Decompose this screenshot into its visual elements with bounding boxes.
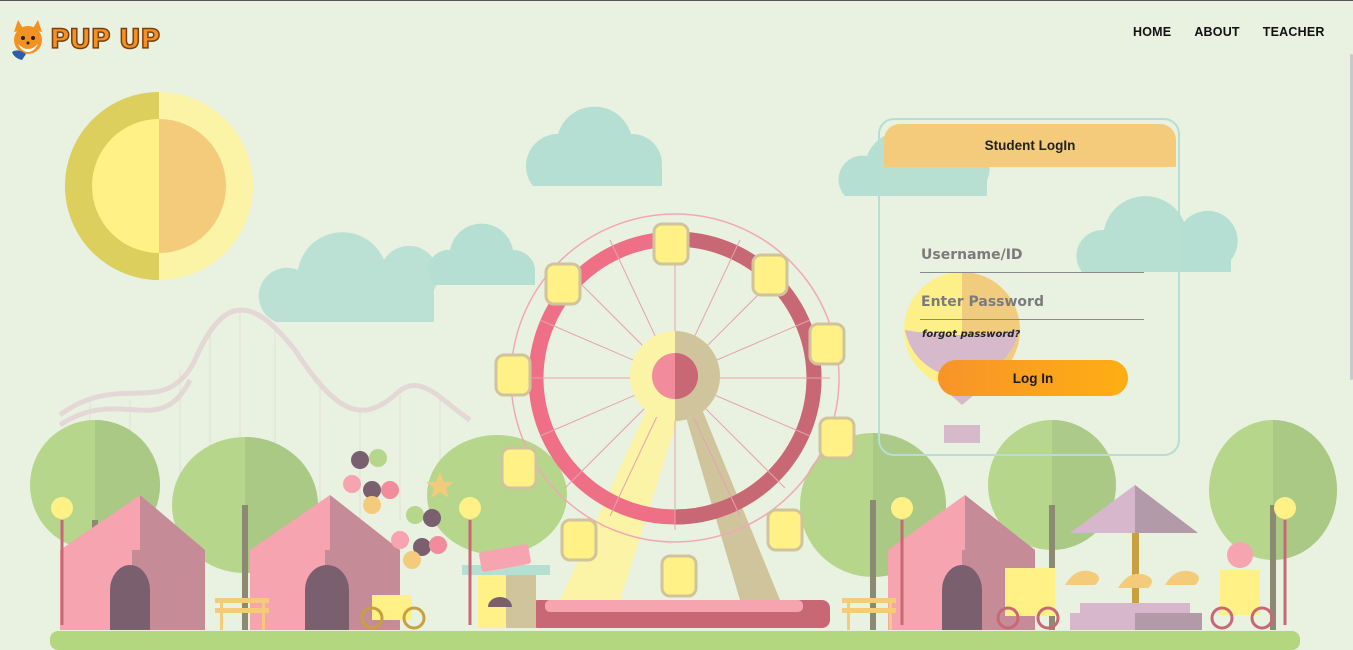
forgot-password-link[interactable]: forgot password? [922, 329, 1020, 340]
main-nav: HOME ABOUT TEACHER [1133, 25, 1325, 39]
brand-name: PUP UP [49, 23, 161, 56]
roller-coaster-track [58, 307, 472, 428]
nav-about-link[interactable]: ABOUT [1194, 25, 1239, 39]
ground-strip [50, 631, 1300, 650]
fox-mascot-icon [12, 20, 42, 60]
nav-home-link[interactable]: HOME [1133, 25, 1171, 39]
password-input[interactable] [920, 284, 1144, 320]
student-login-card: Student LogIn forgot password? Log In [878, 118, 1180, 456]
sun-icon [65, 92, 253, 280]
nav-teacher-link[interactable]: TEACHER [1263, 25, 1325, 39]
username-input[interactable] [920, 237, 1144, 273]
brand-logo[interactable]: PUP UP [8, 18, 161, 60]
login-button[interactable]: Log In [938, 360, 1128, 396]
page-scrollbar[interactable] [1349, 0, 1353, 380]
login-card-title: Student LogIn [884, 124, 1176, 167]
